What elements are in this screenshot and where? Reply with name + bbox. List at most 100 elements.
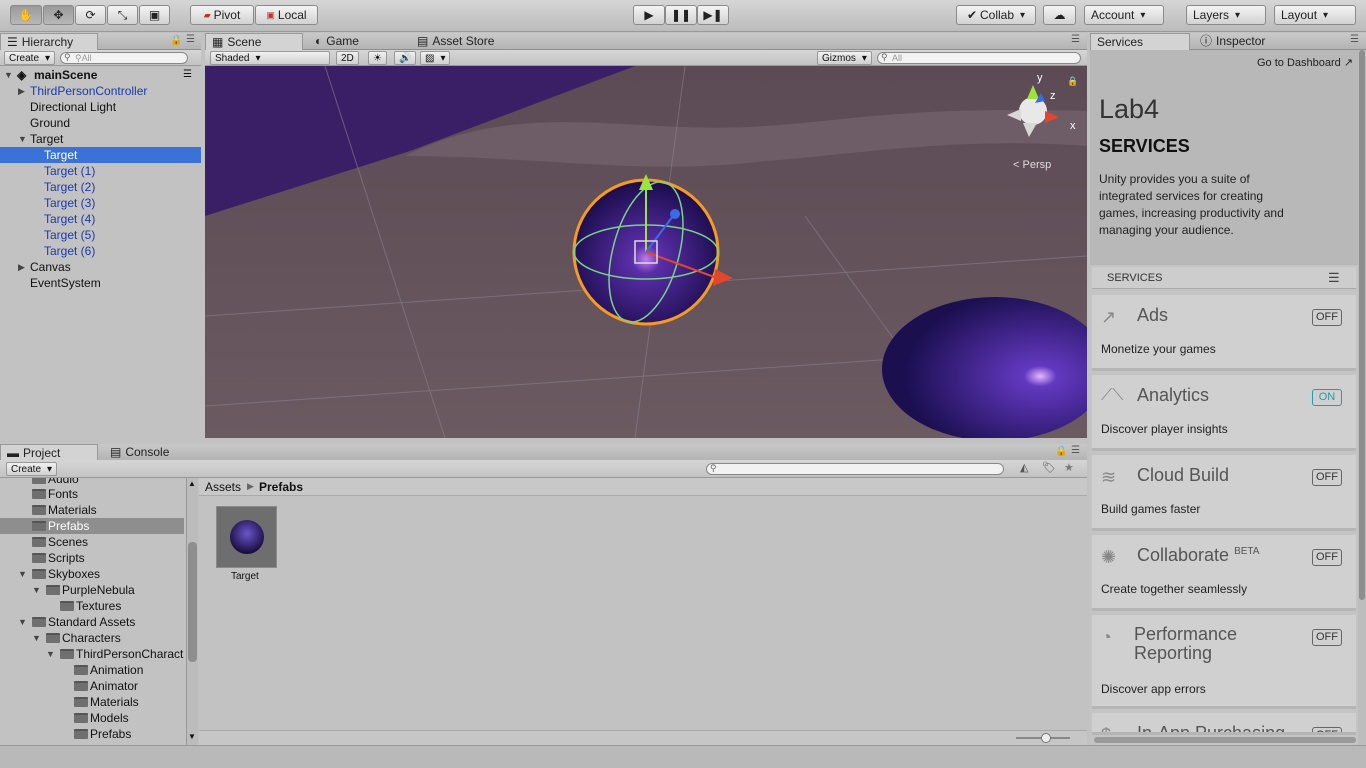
cloud-build-toggle[interactable]: OFF xyxy=(1312,469,1342,486)
performance-toggle[interactable]: OFF xyxy=(1312,629,1342,646)
favorite-star-icon[interactable]: ★ xyxy=(1064,461,1074,474)
folder-row[interactable]: Animation xyxy=(0,662,184,678)
scene-menu-icon[interactable]: ☰ xyxy=(183,67,192,83)
tab-scene[interactable]: ▦ Scene xyxy=(205,33,303,50)
rect-tool-icon[interactable]: ▣ xyxy=(139,5,170,25)
tab-inspector[interactable]: ⓘ Inspector xyxy=(1194,33,1294,50)
panel-menu-icon[interactable]: ☰ xyxy=(1071,34,1080,45)
expand-triangle-icon[interactable]: ▼ xyxy=(32,582,41,598)
audio-toggle-icon[interactable]: 🔊 xyxy=(394,51,417,65)
zoom-slider-thumb[interactable] xyxy=(1041,733,1051,743)
tab-asset-store[interactable]: ▤ Asset Store xyxy=(411,33,521,50)
asset-thumbnail[interactable] xyxy=(216,506,277,568)
hierarchy-item[interactable]: Target (5) xyxy=(0,227,201,243)
tab-game[interactable]: ◐ Game xyxy=(309,33,405,50)
collab-dropdown[interactable]: ✔ Collab xyxy=(956,5,1036,25)
scene-viewport[interactable]: y z x 🔒 < Persp xyxy=(205,66,1087,438)
lock-icon[interactable]: 🔒 xyxy=(170,35,182,46)
service-card-ads[interactable]: ↗ Ads OFF Monetize your games xyxy=(1092,295,1356,371)
collapse-triangle-icon[interactable]: ▶ xyxy=(18,259,25,275)
filter-by-type-icon[interactable]: ◭ xyxy=(1020,461,1028,474)
gizmos-dropdown[interactable]: Gizmos xyxy=(817,51,872,65)
hierarchy-item-selected[interactable]: Target xyxy=(0,147,201,163)
pause-button[interactable]: ❚❚ xyxy=(665,5,697,25)
move-tool-icon[interactable]: ✥ xyxy=(43,5,74,25)
tab-services[interactable]: Services xyxy=(1090,33,1190,50)
folder-row[interactable]: ▼ ThirdPersonCharact xyxy=(0,646,184,662)
folder-row[interactable]: ▼ Characters xyxy=(0,630,184,646)
tab-hierarchy[interactable]: ☰ Hierarchy xyxy=(0,33,98,50)
folder-row[interactable]: ▼ PurpleNebula xyxy=(0,582,184,598)
ads-toggle[interactable]: OFF xyxy=(1312,309,1342,326)
hierarchy-item[interactable]: ▶ Canvas xyxy=(0,259,201,275)
tree-scrollbar-thumb[interactable] xyxy=(188,542,197,662)
expand-triangle-icon[interactable]: ▼ xyxy=(18,131,27,147)
iap-toggle[interactable]: OFF xyxy=(1312,727,1342,732)
service-card-performance-reporting[interactable]: ◔ Performance Reporting OFF Discover app … xyxy=(1092,615,1356,709)
scale-tool-icon[interactable]: ⤡ xyxy=(107,5,138,25)
folder-row[interactable]: Scripts xyxy=(0,550,184,566)
breadcrumb-prefabs[interactable]: Prefabs xyxy=(259,480,303,494)
filter-by-label-icon[interactable]: 🏷 xyxy=(1042,461,1056,474)
folder-row[interactable]: Textures xyxy=(0,598,184,614)
service-card-in-app-purchasing[interactable]: $ In-App Purchasing OFF xyxy=(1092,713,1356,735)
hierarchy-create-button[interactable]: Create xyxy=(4,51,56,65)
shading-mode-dropdown[interactable]: Shaded xyxy=(210,51,330,65)
gizmo-lock-icon[interactable]: 🔒 xyxy=(1067,76,1078,87)
panel-menu-icon[interactable]: ☰ xyxy=(1071,445,1080,456)
collaborate-toggle[interactable]: OFF xyxy=(1312,549,1342,566)
go-to-dashboard-link[interactable]: Go to Dashboard ↗ xyxy=(1257,56,1353,69)
tab-console[interactable]: ▤ Console xyxy=(104,444,200,461)
project-search-input[interactable] xyxy=(706,463,1004,475)
service-card-collaborate[interactable]: ✺ Collaborate BETA OFF Create together s… xyxy=(1092,535,1356,611)
tree-scrollbar[interactable]: ▲ ▼ xyxy=(186,478,198,745)
section-menu-icon[interactable]: ☰ xyxy=(1328,270,1340,286)
local-toggle[interactable]: ▣ Local xyxy=(255,5,318,25)
scene-search-input[interactable]: All xyxy=(877,52,1081,64)
account-dropdown[interactable]: Account xyxy=(1084,5,1164,25)
rotate-tool-icon[interactable]: ⟳ xyxy=(75,5,106,25)
folder-row[interactable]: Materials xyxy=(0,502,184,518)
pivot-toggle[interactable]: ▰ Pivot xyxy=(190,5,254,25)
analytics-toggle[interactable]: ON xyxy=(1312,389,1342,406)
hierarchy-item[interactable]: Target (3) xyxy=(0,195,201,211)
folder-row[interactable]: Prefabs xyxy=(0,726,184,742)
folder-row[interactable]: ▼ Skyboxes xyxy=(0,566,184,582)
hierarchy-item[interactable]: Ground xyxy=(0,115,201,131)
scroll-down-arrow-icon[interactable]: ▼ xyxy=(188,732,196,741)
folder-row[interactable]: Materials xyxy=(0,694,184,710)
cloud-button[interactable]: ☁ xyxy=(1043,5,1076,25)
panel-menu-icon[interactable]: ☰ xyxy=(186,34,195,45)
hierarchy-item[interactable]: Target (6) xyxy=(0,243,201,259)
scene-root-row[interactable]: ▼ ◈ mainScene ☰ xyxy=(0,67,201,83)
project-create-button[interactable]: Create xyxy=(6,462,58,476)
step-button[interactable]: ▶❚ xyxy=(697,5,729,25)
services-scrollbar[interactable] xyxy=(1358,50,1366,745)
hierarchy-item[interactable]: Target (4) xyxy=(0,211,201,227)
expand-triangle-icon[interactable]: ▼ xyxy=(18,566,27,582)
folder-row[interactable]: Models xyxy=(0,710,184,726)
play-button[interactable]: ▶ xyxy=(633,5,665,25)
service-card-cloud-build[interactable]: ≋ Cloud Build OFF Build games faster xyxy=(1092,455,1356,531)
panel-menu-icon[interactable]: ☰ xyxy=(1350,34,1359,45)
hand-tool-icon[interactable]: ✋ xyxy=(10,5,42,25)
perspective-toggle[interactable]: < Persp xyxy=(1013,159,1051,171)
expand-triangle-icon[interactable]: ▼ xyxy=(46,646,55,662)
services-horizontal-scrollbar[interactable] xyxy=(1094,737,1356,743)
hierarchy-item[interactable]: EventSystem xyxy=(0,275,201,291)
lock-icon[interactable]: 🔒 xyxy=(1055,446,1067,457)
hierarchy-search-input[interactable]: ⚲All xyxy=(60,52,188,64)
layout-dropdown[interactable]: Layout xyxy=(1274,5,1356,25)
folder-row[interactable]: Fonts xyxy=(0,486,184,502)
folder-row-selected[interactable]: Prefabs xyxy=(0,518,184,534)
expand-triangle-icon[interactable]: ▼ xyxy=(4,67,13,83)
layers-dropdown[interactable]: Layers xyxy=(1186,5,1266,25)
collapse-triangle-icon[interactable]: ▶ xyxy=(18,83,25,99)
hierarchy-item[interactable]: Directional Light xyxy=(0,99,201,115)
service-card-analytics[interactable]: ⟋⟍ Analytics ON Discover player insights xyxy=(1092,375,1356,451)
lighting-toggle-icon[interactable]: ☀ xyxy=(368,51,387,65)
hierarchy-item[interactable]: Target (2) xyxy=(0,179,201,195)
scroll-up-arrow-icon[interactable]: ▲ xyxy=(188,479,196,488)
effects-dropdown-icon[interactable]: ▨ xyxy=(420,51,451,65)
folder-row[interactable]: Scenes xyxy=(0,534,184,550)
